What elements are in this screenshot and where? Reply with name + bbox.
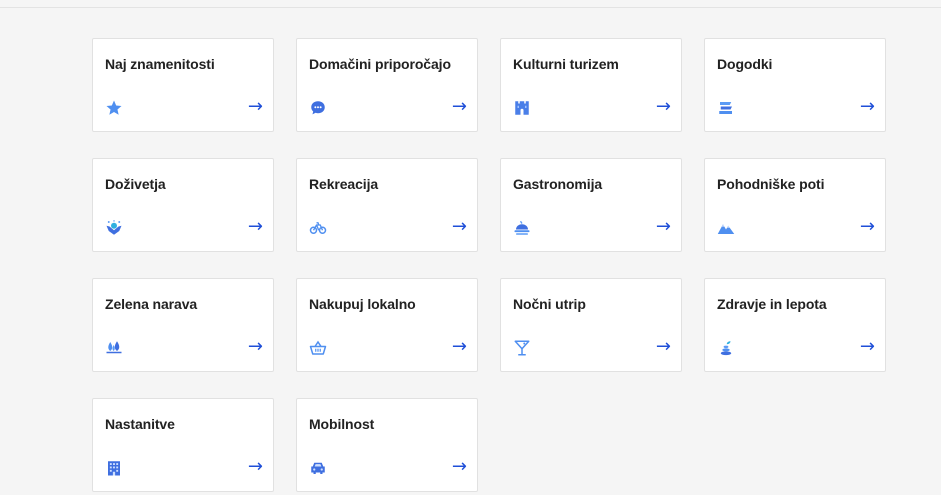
card-title: Kulturni turizem — [513, 56, 619, 72]
arrow-right-icon: → — [859, 96, 875, 117]
trees-icon — [105, 339, 123, 357]
star-icon — [105, 99, 123, 117]
category-card-nakupuj-lokalno[interactable]: Nakupuj lokalno → — [296, 278, 478, 372]
bicycle-icon — [309, 219, 327, 237]
card-title: Nastanitve — [105, 416, 175, 432]
wellness-stones-icon — [717, 339, 735, 357]
category-card-zelena-narava[interactable]: Zelena narava → — [92, 278, 274, 372]
cocktail-glass-icon — [513, 339, 531, 357]
celebration-icon — [105, 219, 123, 237]
category-card-domacini-priporocajo[interactable]: Domačini priporočajo → — [296, 38, 478, 132]
castle-icon — [513, 99, 531, 117]
arrow-right-icon: → — [247, 336, 263, 357]
category-card-nastanitve[interactable]: Nastanitve → — [92, 398, 274, 492]
card-title: Naj znamenitosti — [105, 56, 215, 72]
category-card-zdravje-in-lepota[interactable]: Zdravje in lepota → — [704, 278, 886, 372]
arrow-right-icon: → — [859, 216, 875, 237]
category-card-nocni-utrip[interactable]: Nočni utrip → — [500, 278, 682, 372]
card-title: Dogodki — [717, 56, 773, 72]
category-card-dogodki[interactable]: Dogodki → — [704, 38, 886, 132]
arrow-right-icon: → — [655, 96, 671, 117]
arrow-right-icon: → — [451, 456, 467, 477]
category-card-dozivetja[interactable]: Doživetja → — [92, 158, 274, 252]
category-grid: Naj znamenitosti → Domačini priporočajo … — [92, 38, 886, 492]
category-card-mobilnost[interactable]: Mobilnost → — [296, 398, 478, 492]
shopping-basket-icon — [309, 339, 327, 357]
arrow-right-icon: → — [451, 216, 467, 237]
card-title: Rekreacija — [309, 176, 379, 192]
car-icon — [309, 459, 327, 477]
mountains-icon — [717, 219, 735, 237]
card-title: Doživetja — [105, 176, 166, 192]
ticket-stack-icon — [717, 99, 735, 117]
category-card-gastronomija[interactable]: Gastronomija → — [500, 158, 682, 252]
arrow-right-icon: → — [247, 456, 263, 477]
arrow-right-icon: → — [451, 336, 467, 357]
arrow-right-icon: → — [859, 336, 875, 357]
arrow-right-icon: → — [247, 96, 263, 117]
arrow-right-icon: → — [247, 216, 263, 237]
category-card-kulturni-turizem[interactable]: Kulturni turizem → — [500, 38, 682, 132]
card-title: Zdravje in lepota — [717, 296, 827, 312]
top-divider — [0, 7, 941, 8]
category-card-naj-znamenitosti[interactable]: Naj znamenitosti → — [92, 38, 274, 132]
category-card-pohodniske-poti[interactable]: Pohodniške poti → — [704, 158, 886, 252]
chat-bubble-icon — [309, 99, 327, 117]
card-title: Domačini priporočajo — [309, 56, 451, 72]
hotel-building-icon — [105, 459, 123, 477]
card-title: Pohodniške poti — [717, 176, 825, 192]
category-card-rekreacija[interactable]: Rekreacija → — [296, 158, 478, 252]
arrow-right-icon: → — [655, 216, 671, 237]
card-title: Gastronomija — [513, 176, 603, 192]
card-title: Zelena narava — [105, 296, 198, 312]
food-dish-icon — [513, 219, 531, 237]
card-title: Nočni utrip — [513, 296, 586, 312]
card-title: Mobilnost — [309, 416, 375, 432]
arrow-right-icon: → — [655, 336, 671, 357]
arrow-right-icon: → — [451, 96, 467, 117]
card-title: Nakupuj lokalno — [309, 296, 416, 312]
